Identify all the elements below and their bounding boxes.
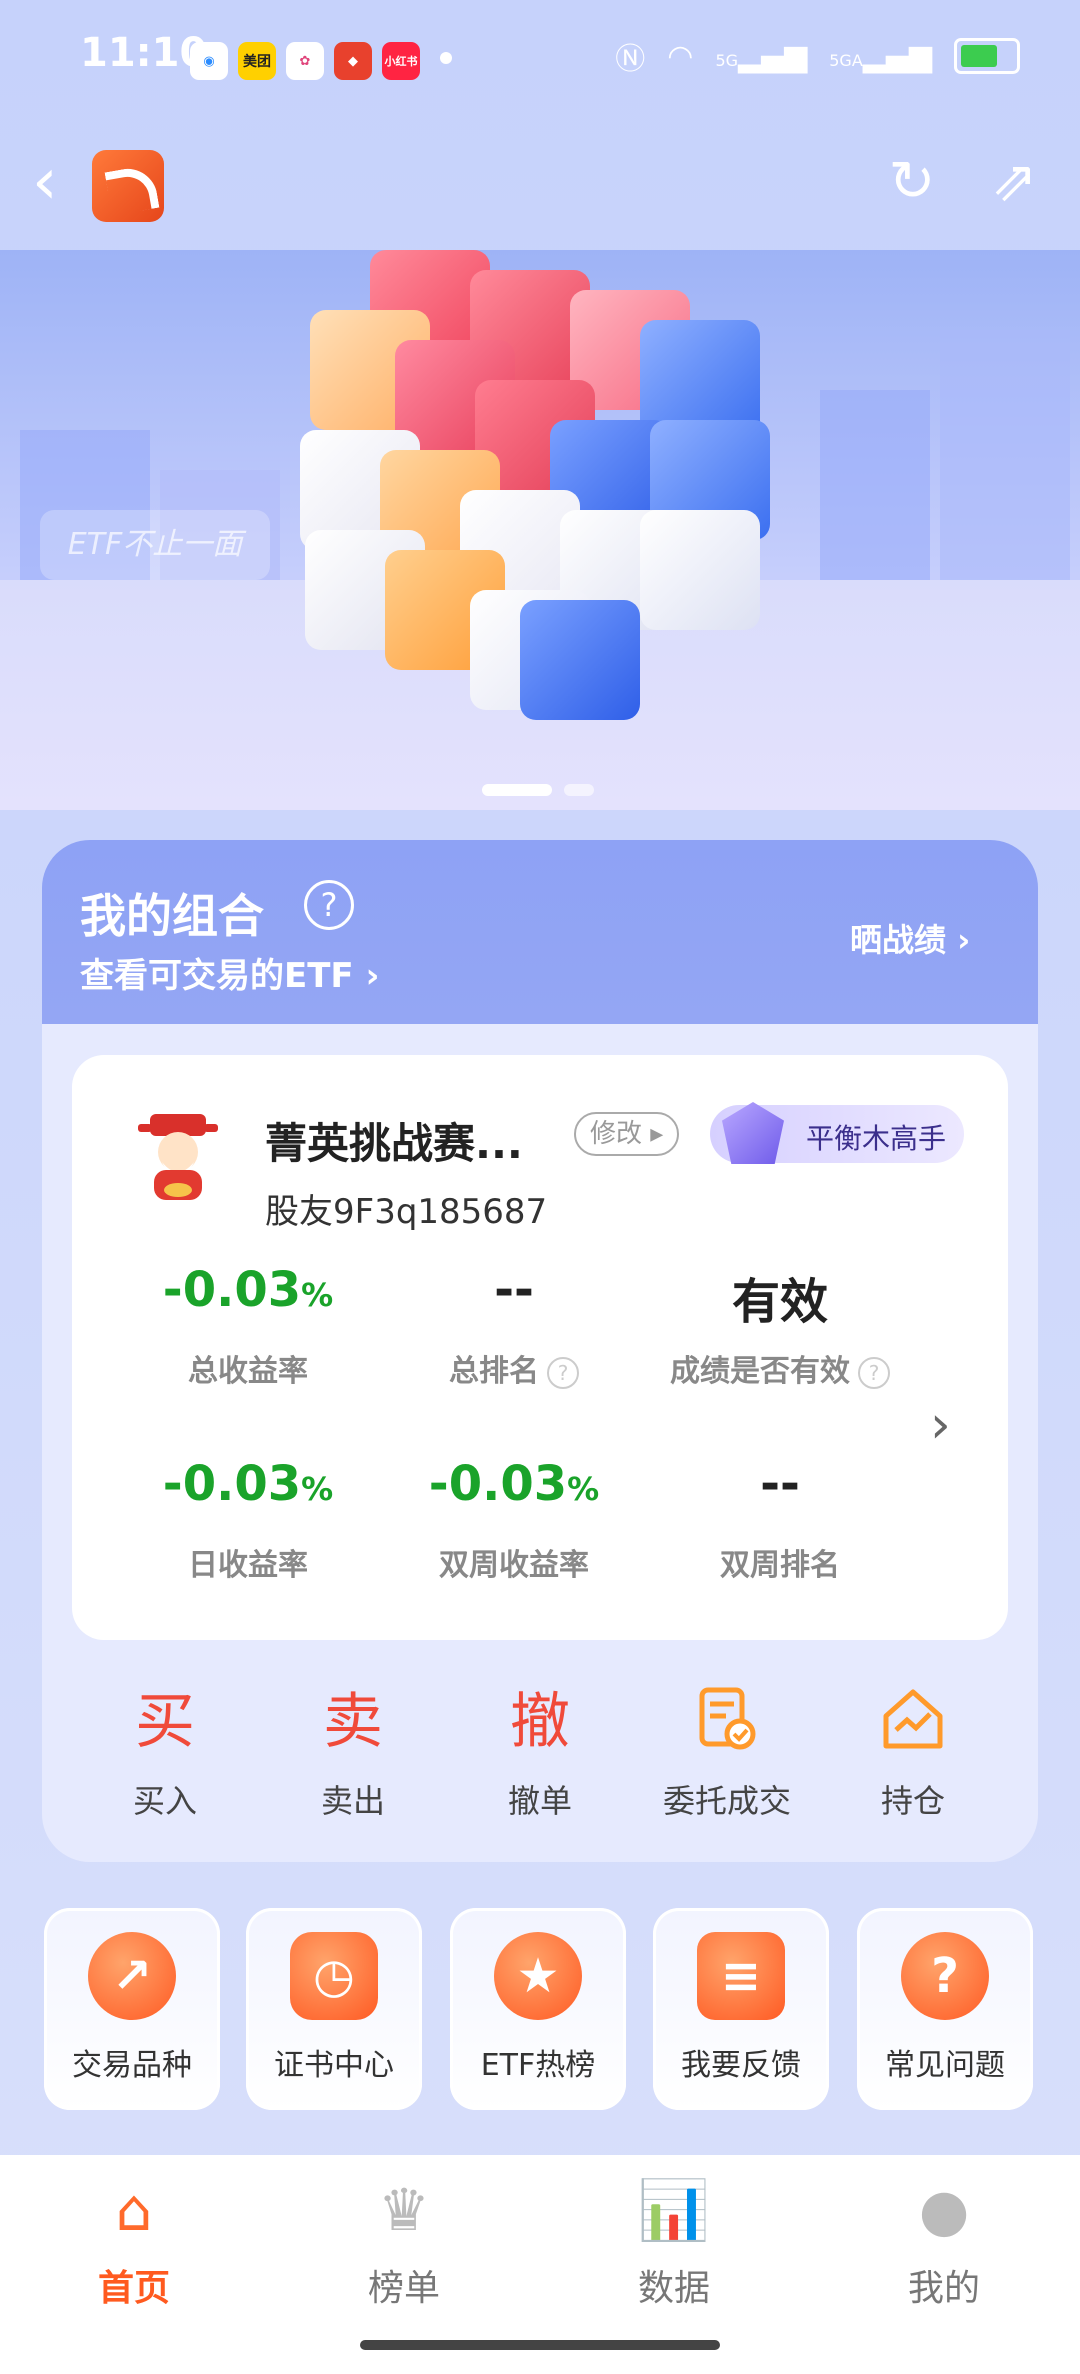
tile-feedback[interactable]: ≡ 我要反馈 [653,1908,829,2110]
show-results-label: 晒战绩 [850,921,947,959]
tradable-etf-link[interactable]: 查看可交易的ETF › [80,948,380,997]
nav-data-label: 数据 [637,2268,710,2309]
nav-rankings[interactable]: ♛ 榜单 [304,2175,504,2311]
nfc-icon: Ⓝ [615,42,646,77]
edit-name-button[interactable]: 修改 ▸ [574,1112,680,1156]
buy-button[interactable]: 买 买入 [90,1686,240,1822]
signal-5g-icon: 5G▂▄▆ [715,38,808,74]
status-bar: 11:10 ◉ 美团 ✿ ◆ 小红书 Ⓝ ◠ 5G▂▄▆ 5GA▂▄▆ [0,0,1080,120]
photos-icon: ✿ [286,42,324,80]
battery-icon [954,38,1020,74]
validity-help-icon[interactable]: ? [858,1356,890,1389]
tile-label: ETF热榜 [480,2048,596,2083]
badge-label: 平衡木高手 [806,1122,947,1155]
clock-icon: ◷ [290,1932,378,2020]
cancel-order-button[interactable]: 撤 撤单 [465,1686,615,1822]
cancel-order-icon: 撤 [510,1687,570,1757]
more-notifications-dot [440,52,452,64]
cancel-order-label: 撤单 [507,1782,572,1820]
signal-5ga-icon: 5GA▂▄▆ [829,38,932,74]
sell-icon: 卖 [323,1687,383,1757]
validity-value: 有效 [731,1274,828,1330]
house-chart-icon [838,1686,988,1758]
sell-button[interactable]: 卖 卖出 [278,1686,428,1822]
nav-mine-label: 我的 [907,2268,980,2309]
buy-icon: 买 [135,1687,195,1757]
status-time: 11:10 [80,30,208,76]
user-id: 股友9F3q185687 [265,1192,548,1232]
gesture-home-bar[interactable] [360,2340,720,2350]
total-rank-help-icon[interactable]: ? [547,1356,579,1389]
biweekly-rank-label: 双周排名 [720,1548,840,1583]
tile-label: 我要反馈 [681,2048,801,2083]
help-icon[interactable]: ? [304,880,354,930]
show-results-link[interactable]: 晒战绩 › [850,915,970,961]
biweekly-return-value: -0.03% [428,1456,600,1512]
edit-label: 修改 [590,1119,643,1149]
banner-carousel[interactable]: ETF不止一面 [0,250,1080,810]
tile-trading-varieties[interactable]: ↗ 交易品种 [44,1908,220,2110]
tile-label: 交易品种 [72,2048,192,2083]
biweekly-rank-value: -- [760,1456,800,1512]
nav-home-label: 首页 [97,2268,170,2309]
medal-icon: ★ [494,1932,582,2020]
buy-label: 买入 [132,1782,197,1820]
nav-mine[interactable]: ● 我的 [844,2175,1044,2311]
orders-trades-label: 委托成交 [662,1782,791,1820]
banner-dot [564,784,594,796]
refresh-icon[interactable]: ↻ [880,150,944,214]
portfolio-name: 菁英挑战赛... [265,1119,523,1168]
nav-data[interactable]: 📊 数据 [574,2175,774,2311]
banner-dot-active [482,784,552,796]
share-icon[interactable]: ⇗ [982,150,1046,214]
total-return-label: 总收益率 [188,1354,308,1389]
home-icon: ⌂ [115,2176,153,2244]
avatar [132,1110,224,1206]
banner-pagination [482,784,594,796]
meituan-icon: 美团 [238,42,276,80]
sell-label: 卖出 [320,1782,385,1820]
nav-rankings-label: 榜单 [367,2268,440,2309]
total-rank-label: 总排名? [384,1346,644,1390]
tile-certificate-center[interactable]: ◷ 证书中心 [246,1908,422,2110]
user-icon: ● [918,2176,970,2244]
question-icon: ? [901,1932,989,2020]
trend-search-icon: ↗ [88,1932,176,2020]
total-return-value: -0.03% [162,1262,334,1318]
chevron-right-icon[interactable]: › [930,1395,951,1455]
daily-return-label: 日收益率 [188,1548,308,1583]
tile-label: 证书中心 [274,2048,394,2083]
bank-icon: ◆ [334,42,372,80]
validity-label: 成绩是否有效? [650,1346,910,1390]
medical-cube-icon [520,600,640,720]
biweekly-return-label: 双周收益率 [439,1548,589,1583]
positions-label: 持仓 [880,1782,945,1820]
xiaohongshu-icon: 小红书 [382,42,420,80]
banner-watermark: ETF不止一面 [40,510,270,580]
bar-chart-icon: 📊 [637,2176,711,2244]
app-logo [92,150,164,222]
back-arrow-icon[interactable]: ‹ [32,150,58,214]
crown-icon: ♛ [378,2176,430,2244]
portfolio-title: 我的组合 [80,889,264,943]
tile-faq[interactable]: ? 常见问题 [857,1908,1033,2110]
system-icons: Ⓝ ◠ 5G▂▄▆ 5GA▂▄▆ [615,34,1020,78]
daily-return-value: -0.03% [162,1456,334,1512]
nav-home[interactable]: ⌂ 首页 [34,2175,234,2311]
tile-label: 常见问题 [885,2048,1005,2083]
positions-button[interactable]: 持仓 [838,1686,988,1822]
tradable-etf-link-label: 查看可交易的ETF [80,956,354,996]
total-rank-value: -- [494,1262,534,1318]
qq-icon: ◉ [190,42,228,80]
document-check-icon [652,1686,802,1758]
tile-etf-hot-list[interactable]: ★ ETF热榜 [450,1908,626,2110]
feedback-icon: ≡ [697,1932,785,2020]
wifi-icon: ◠ [667,38,694,74]
orders-trades-button[interactable]: 委托成交 [652,1686,802,1822]
